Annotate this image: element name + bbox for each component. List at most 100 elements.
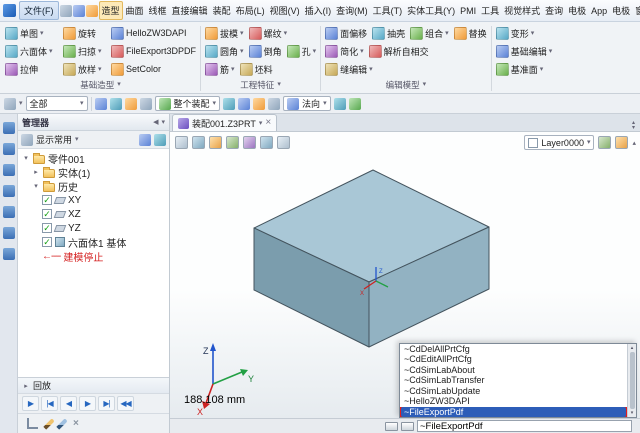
tree-item-plane-xz[interactable]: ✓ XZ	[18, 207, 169, 221]
expander-icon[interactable]: ▸	[22, 382, 30, 390]
go-to-end-button[interactable]: ▶|	[98, 396, 115, 411]
group-label-edit-model[interactable]: 编辑模型▾	[323, 78, 489, 91]
resolve-self-intersection-button[interactable]: 解析自相交	[367, 43, 431, 60]
tab-scroll-buttons[interactable]: ▴▾	[629, 121, 638, 131]
fillet-button[interactable]: 圆角▾	[203, 43, 246, 60]
extrude-button[interactable]: 拉伸	[3, 61, 60, 78]
rotate-view-icon[interactable]	[243, 136, 256, 149]
menu-tab-view[interactable]: 视图(V)	[268, 2, 302, 19]
rewind-button[interactable]: ◀◀	[117, 396, 134, 411]
sketch-pencil-icon[interactable]	[43, 418, 54, 429]
menu-tab-assembly[interactable]: 装配	[211, 2, 233, 19]
single-block-button[interactable]: 单图▾	[3, 25, 60, 42]
menu-tab-tools[interactable]: 工具(T)	[371, 2, 405, 19]
tree-item-block-feature[interactable]: ✓ 六面体1 基体	[18, 235, 169, 249]
command-input[interactable]	[417, 420, 632, 432]
list-view-icon[interactable]	[139, 134, 151, 146]
autocomplete-item[interactable]: ~HelloZW3DAPI	[400, 396, 627, 407]
dock-view-icon[interactable]	[3, 185, 15, 197]
play-button[interactable]: ▶	[22, 396, 39, 411]
step-back-button[interactable]: ◀	[60, 396, 77, 411]
menu-tab-layout[interactable]: 布局(L)	[234, 2, 267, 19]
simplify-button[interactable]: 简化▾	[323, 43, 366, 60]
tree-item-part[interactable]: ▾ 零件001	[18, 151, 169, 165]
menu-tab-electrode-2[interactable]: 电极	[610, 2, 632, 19]
popup-scrollbar[interactable]: ▴ ▾	[627, 344, 636, 418]
dock-app-icon[interactable]	[3, 248, 15, 260]
snap-icon[interactable]	[223, 98, 235, 110]
menu-tab-direct-edit[interactable]: 直接编辑	[170, 2, 210, 19]
autocomplete-item[interactable]: ~CdEditAllPrtCfg	[400, 354, 627, 365]
loft-button[interactable]: 放样▾	[61, 61, 108, 78]
file-menu[interactable]: 文件(F)	[19, 1, 59, 20]
layer-color-swatch[interactable]	[528, 138, 538, 148]
draft-button[interactable]: 拔模▾	[203, 25, 246, 42]
visibility-checkbox[interactable]: ✓	[42, 223, 52, 233]
sew-edit-button[interactable]: 缝编辑▾	[323, 61, 375, 78]
thread-button[interactable]: 螺纹▾	[247, 25, 290, 42]
expander-icon[interactable]: ▸	[32, 168, 40, 176]
sweep-button[interactable]: 扫掠▾	[61, 43, 108, 60]
menu-tab-surface[interactable]: 曲面	[124, 2, 146, 19]
grid-icon[interactable]	[238, 98, 250, 110]
visibility-checkbox[interactable]: ✓	[42, 209, 52, 219]
scroll-down-icon[interactable]: ▾	[632, 126, 635, 131]
tree-item-plane-xy[interactable]: ✓ XY	[18, 193, 169, 207]
step-forward-button[interactable]: ▶	[79, 396, 96, 411]
tree-item-solid[interactable]: ▸ 实体(1)	[18, 165, 169, 179]
filter-combo-value[interactable]: 显示常用	[36, 133, 72, 146]
collapse-panel-icon[interactable]: ◀	[153, 118, 158, 126]
shade-mode-icon[interactable]	[192, 136, 205, 149]
face-offset-button[interactable]: 面偏移	[323, 25, 369, 42]
go-to-start-button[interactable]: |◀	[41, 396, 58, 411]
visibility-checkbox[interactable]: ✓	[42, 195, 52, 205]
tab-close-icon[interactable]: ×	[265, 118, 271, 128]
dock-assembly-icon[interactable]	[3, 164, 15, 176]
replace-button[interactable]: 替换	[452, 25, 489, 42]
replay-section-header[interactable]: ▸ 回放	[18, 377, 169, 393]
pick-point-icon[interactable]	[140, 98, 152, 110]
tab-dropdown-icon[interactable]: ▾	[259, 120, 263, 127]
pick-face-icon[interactable]	[110, 98, 122, 110]
dock-manager-icon[interactable]	[3, 122, 15, 134]
edit-pencil-icon[interactable]	[56, 418, 67, 429]
scroll-down-icon[interactable]: ▾	[631, 410, 634, 416]
viewport[interactable]: Z X Z Y X	[170, 132, 640, 418]
menu-tab-visual-style[interactable]: 视觉样式	[502, 2, 542, 19]
layer-manager-icon[interactable]	[598, 136, 611, 149]
menu-tab-insert[interactable]: 插入(I)	[303, 2, 334, 19]
combine-button[interactable]: 组合▾	[408, 25, 451, 42]
section-view-icon[interactable]	[260, 136, 273, 149]
dock-attribute-icon[interactable]	[3, 227, 15, 239]
delete-icon[interactable]: ×	[73, 418, 79, 429]
autocomplete-item[interactable]: ~CdSimLabUpdate	[400, 386, 627, 397]
datum-plane-button[interactable]: 基准面▾	[494, 61, 546, 78]
file-export-3dpdf-button[interactable]: FileExport3DPDF	[109, 43, 198, 60]
tree-item-history[interactable]: ▾ 历史	[18, 179, 169, 193]
filter-icon[interactable]	[4, 98, 16, 110]
constraint-tool-icon[interactable]	[27, 418, 38, 429]
normal-combo[interactable]: 法向▾	[283, 96, 331, 111]
autocomplete-item[interactable]: ~CdSimLabTransfer	[400, 375, 627, 386]
dock-visual-icon[interactable]	[3, 206, 15, 218]
scroll-up-icon[interactable]: ▴	[631, 345, 634, 351]
morph-button[interactable]: 变形▾	[494, 25, 537, 42]
menu-tab-electrode[interactable]: 电极	[566, 2, 588, 19]
view-mode-icon[interactable]	[175, 136, 188, 149]
menu-tab-wireframe[interactable]: 线框	[147, 2, 169, 19]
tree-item-plane-yz[interactable]: ✓ YZ	[18, 221, 169, 235]
shell-button[interactable]: 抽壳	[370, 25, 407, 42]
ortho-icon[interactable]	[253, 98, 265, 110]
toolbar-collapse-icon[interactable]: ▴	[632, 139, 636, 147]
autocomplete-item[interactable]: ~CdDelAllPrtCfg	[400, 344, 627, 355]
zoom-fit-icon[interactable]	[226, 136, 239, 149]
expander-icon[interactable]: ▾	[22, 154, 30, 162]
layer-combo[interactable]: Layer0000 ▾	[524, 135, 594, 150]
group-label-engineering-feature[interactable]: 工程特征▾	[203, 78, 318, 91]
pick-filter-icon[interactable]	[95, 98, 107, 110]
group-label-basic-shape[interactable]: 基础造型▾	[3, 78, 198, 91]
undo-icon[interactable]	[73, 5, 85, 17]
stock-button[interactable]: 坯料	[238, 61, 275, 78]
hello-zw3dapi-button[interactable]: HelloZW3DAPI	[109, 25, 189, 42]
keyboard-icon[interactable]	[385, 422, 398, 431]
